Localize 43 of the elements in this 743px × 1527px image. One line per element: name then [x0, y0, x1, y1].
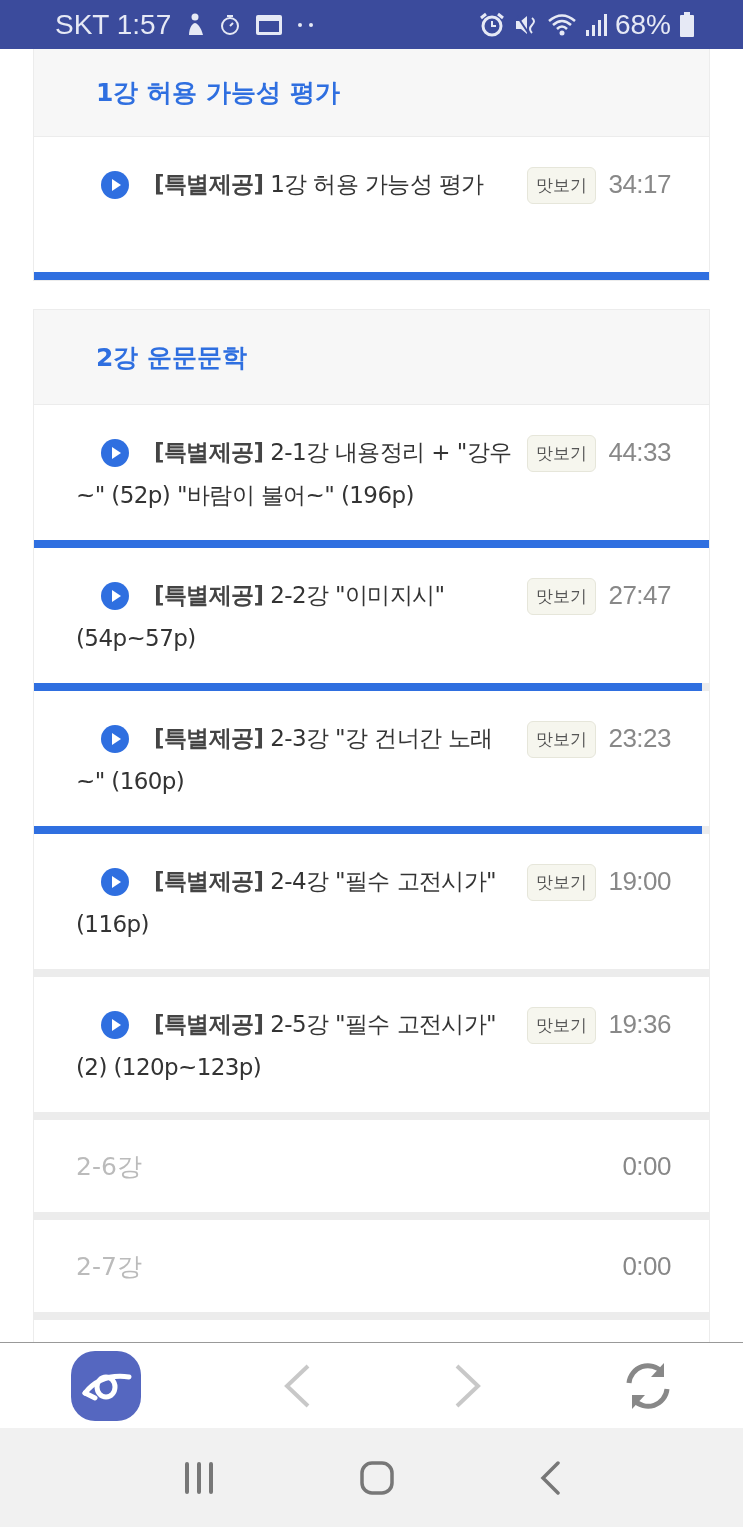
preview-badge: 맛보기 [527, 864, 597, 901]
preview-badge: 맛보기 [527, 721, 597, 758]
lesson-title[interactable]: [특별제공] 2-1강 내용정리 + "강우~" (52p) "바람이 불어~" (196p) [76, 431, 516, 517]
section-title[interactable]: 1강 허용 가능성 평가 [34, 49, 709, 137]
play-icon[interactable] [101, 868, 129, 896]
back-nav-icon[interactable] [538, 1460, 561, 1495]
signal-icon [584, 12, 607, 37]
play-icon[interactable] [101, 725, 129, 753]
lesson-duration: 34:17 [608, 168, 671, 201]
timer-icon [219, 13, 242, 36]
play-icon[interactable] [101, 171, 129, 199]
play-icon[interactable] [101, 439, 129, 467]
play-icon[interactable] [101, 1011, 129, 1039]
lesson-title[interactable]: [특별제공] 1강 허용 가능성 평가 [76, 163, 516, 206]
carrier-time: SKT 1:57 [55, 8, 172, 41]
lesson-title[interactable]: [특별제공] 2-3강 "강 건너간 노래~" (160p) [76, 717, 516, 803]
lesson-duration: 19:36 [608, 1008, 671, 1041]
lesson-title[interactable]: [특별제공] 2-4강 "필수 고전시가" (116p) [76, 860, 516, 946]
home-icon[interactable] [359, 1460, 394, 1495]
lesson-duration: 44:33 [608, 436, 671, 469]
battery-icon [679, 11, 695, 38]
wifi-icon [546, 11, 577, 38]
lesson-title: 2-7강 [76, 1250, 143, 1283]
lesson-duration: 23:23 [608, 722, 671, 755]
preview-badge: 맛보기 [527, 578, 597, 615]
dots-icon [297, 21, 316, 28]
lesson-title[interactable]: [특별제공] 2-5강 "필수 고전시가"(2) (120p~123p) [76, 1003, 516, 1089]
battery-percent: 68% [614, 8, 671, 41]
preview-badge: 맛보기 [527, 167, 597, 204]
play-icon[interactable] [101, 582, 129, 610]
preview-badge: 맛보기 [527, 435, 597, 472]
lesson-duration: 19:00 [608, 865, 671, 898]
lesson-duration: 0:00 [622, 1149, 671, 1183]
alarm-icon [478, 11, 505, 38]
calendar-icon [255, 12, 284, 37]
recent-apps-icon[interactable] [182, 1461, 215, 1494]
lesson-duration: 0:00 [622, 1249, 671, 1283]
lesson-title[interactable]: [특별제공] 2-2강 "이미지시" (54p~57p) [76, 574, 516, 660]
lesson-duration: 27:47 [608, 579, 671, 612]
preview-badge: 맛보기 [527, 1007, 597, 1044]
lesson-title: 2-6강 [76, 1150, 143, 1183]
section-title[interactable]: 2강 운문문학 [34, 310, 709, 405]
eye-app-icon[interactable] [71, 1350, 142, 1421]
